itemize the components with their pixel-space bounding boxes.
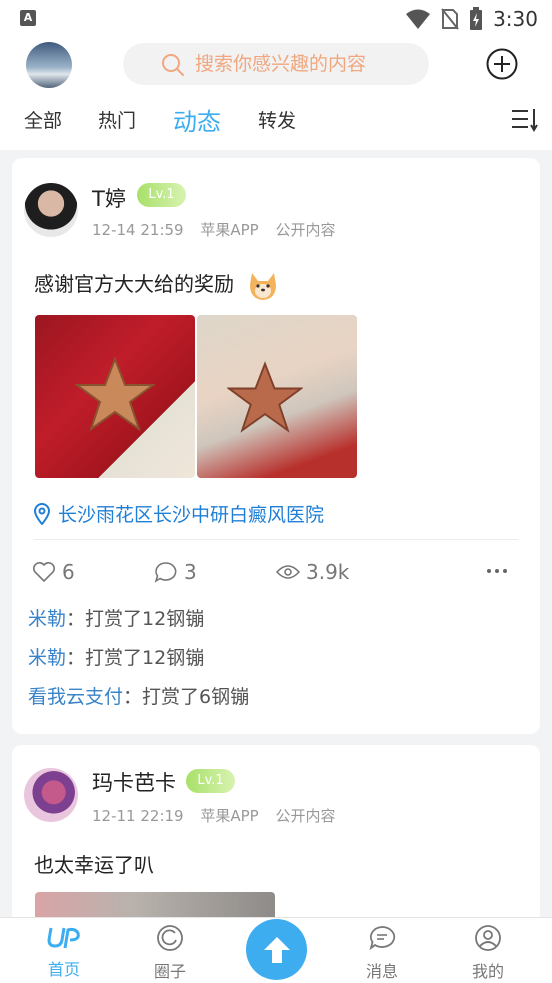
reward-user[interactable]: 米勒 xyxy=(28,608,66,630)
nav-me[interactable]: 我的 xyxy=(448,924,528,982)
divider xyxy=(34,539,518,540)
comment-icon xyxy=(154,562,177,583)
post-username[interactable]: T婷 xyxy=(92,183,126,213)
app-notification-icon: A xyxy=(20,10,36,26)
post-image[interactable] xyxy=(35,315,195,478)
user-avatar[interactable] xyxy=(24,183,78,237)
heart-icon xyxy=(33,562,55,583)
view-count: 3.9k xyxy=(306,560,350,584)
level-badge: Lv.1 xyxy=(137,183,186,207)
nav-messages-label: 消息 xyxy=(365,962,398,981)
nav-home[interactable]: 首页 xyxy=(24,924,104,980)
post-text-content: 也太幸运了叭 xyxy=(34,853,154,877)
search-input[interactable]: 搜索你感兴趣的内容 xyxy=(123,43,429,85)
message-icon xyxy=(369,926,396,951)
post-text: 感谢官方大大给的奖励 xyxy=(34,268,280,303)
post-card[interactable]: 玛卡芭卡 Lv.1 12-11 22:19 苹果APP 公开内容 也太幸运了叭 xyxy=(12,745,540,945)
reward-entry: 米勒：打赏了12钢镚 xyxy=(28,643,204,670)
tab-dynamic[interactable]: 动态 xyxy=(173,102,221,137)
more-options-icon[interactable] xyxy=(486,568,508,574)
dog-emoji-icon xyxy=(250,272,277,300)
post-source: 苹果APP xyxy=(200,807,259,825)
status-time: 3:30 xyxy=(493,7,538,31)
reward-entry: 看我云支付：打赏了6钢镚 xyxy=(28,682,249,709)
menu-sort-icon[interactable] xyxy=(510,106,538,134)
post-date: 12-14 21:59 xyxy=(92,221,184,239)
post-image[interactable] xyxy=(197,315,357,478)
level-badge: Lv.1 xyxy=(186,769,235,793)
nav-home-label: 首页 xyxy=(47,960,80,979)
post-card[interactable]: T婷 Lv.1 12-14 21:59 苹果APP 公开内容 感谢官方大大给的奖… xyxy=(12,158,540,734)
tab-all[interactable]: 全部 xyxy=(24,106,62,133)
post-text-content: 感谢官方大大给的奖励 xyxy=(34,272,234,296)
location-pin-icon xyxy=(34,502,50,525)
upload-button[interactable] xyxy=(246,919,307,980)
eye-icon xyxy=(276,565,300,579)
tab-repost[interactable]: 转发 xyxy=(258,106,296,133)
nav-circle-label: 圈子 xyxy=(153,962,186,981)
post-location[interactable]: 长沙雨花区长沙中研白癜风医院 xyxy=(34,500,324,527)
views: 3.9k xyxy=(276,560,349,584)
circle-icon xyxy=(157,925,183,951)
up-arrow-icon xyxy=(263,936,290,963)
post-visibility: 公开内容 xyxy=(275,807,336,825)
feed-tabs: 全部 热门 动态 转发 xyxy=(0,94,552,150)
post-date: 12-11 22:19 xyxy=(92,807,184,825)
star-trophy-image xyxy=(75,356,155,432)
nav-circle[interactable]: 圈子 xyxy=(130,924,210,982)
user-avatar[interactable] xyxy=(24,768,78,822)
top-bar: 搜索你感兴趣的内容 xyxy=(0,38,552,94)
post-visibility: 公开内容 xyxy=(275,221,336,239)
post-text: 也太幸运了叭 xyxy=(34,849,154,878)
battery-icon xyxy=(470,7,483,30)
no-sim-icon xyxy=(441,8,459,30)
reward-text: ：打赏了12钢镚 xyxy=(66,647,205,669)
status-bar: A 3:30 xyxy=(0,0,552,38)
comment-count: 3 xyxy=(184,560,197,584)
search-icon xyxy=(162,54,184,76)
post-meta: 12-11 22:19 苹果APP 公开内容 xyxy=(92,805,348,826)
home-logo-icon xyxy=(47,927,80,949)
reward-user[interactable]: 米勒 xyxy=(28,647,66,669)
nav-messages[interactable]: 消息 xyxy=(342,924,422,982)
my-avatar[interactable] xyxy=(26,42,72,88)
comment-button[interactable]: 3 xyxy=(154,560,197,584)
reward-text: ：打赏了6钢镚 xyxy=(123,686,250,708)
post-source: 苹果APP xyxy=(200,221,259,239)
location-text: 长沙雨花区长沙中研白癜风医院 xyxy=(58,504,325,526)
reward-user[interactable]: 看我云支付 xyxy=(28,686,123,708)
star-trophy-image xyxy=(227,361,303,433)
add-post-button[interactable] xyxy=(486,48,518,80)
like-button[interactable]: 6 xyxy=(32,560,75,584)
profile-icon xyxy=(475,925,501,951)
post-meta: 12-14 21:59 苹果APP 公开内容 xyxy=(92,219,348,240)
wifi-icon xyxy=(406,9,431,29)
reward-entry: 米勒：打赏了12钢镚 xyxy=(28,604,204,631)
reward-text: ：打赏了12钢镚 xyxy=(66,608,205,630)
post-username[interactable]: 玛卡芭卡 xyxy=(92,767,176,797)
tab-hot[interactable]: 热门 xyxy=(98,106,136,133)
nav-me-label: 我的 xyxy=(471,962,504,981)
search-placeholder: 搜索你感兴趣的内容 xyxy=(195,53,367,75)
like-count: 6 xyxy=(62,560,75,584)
